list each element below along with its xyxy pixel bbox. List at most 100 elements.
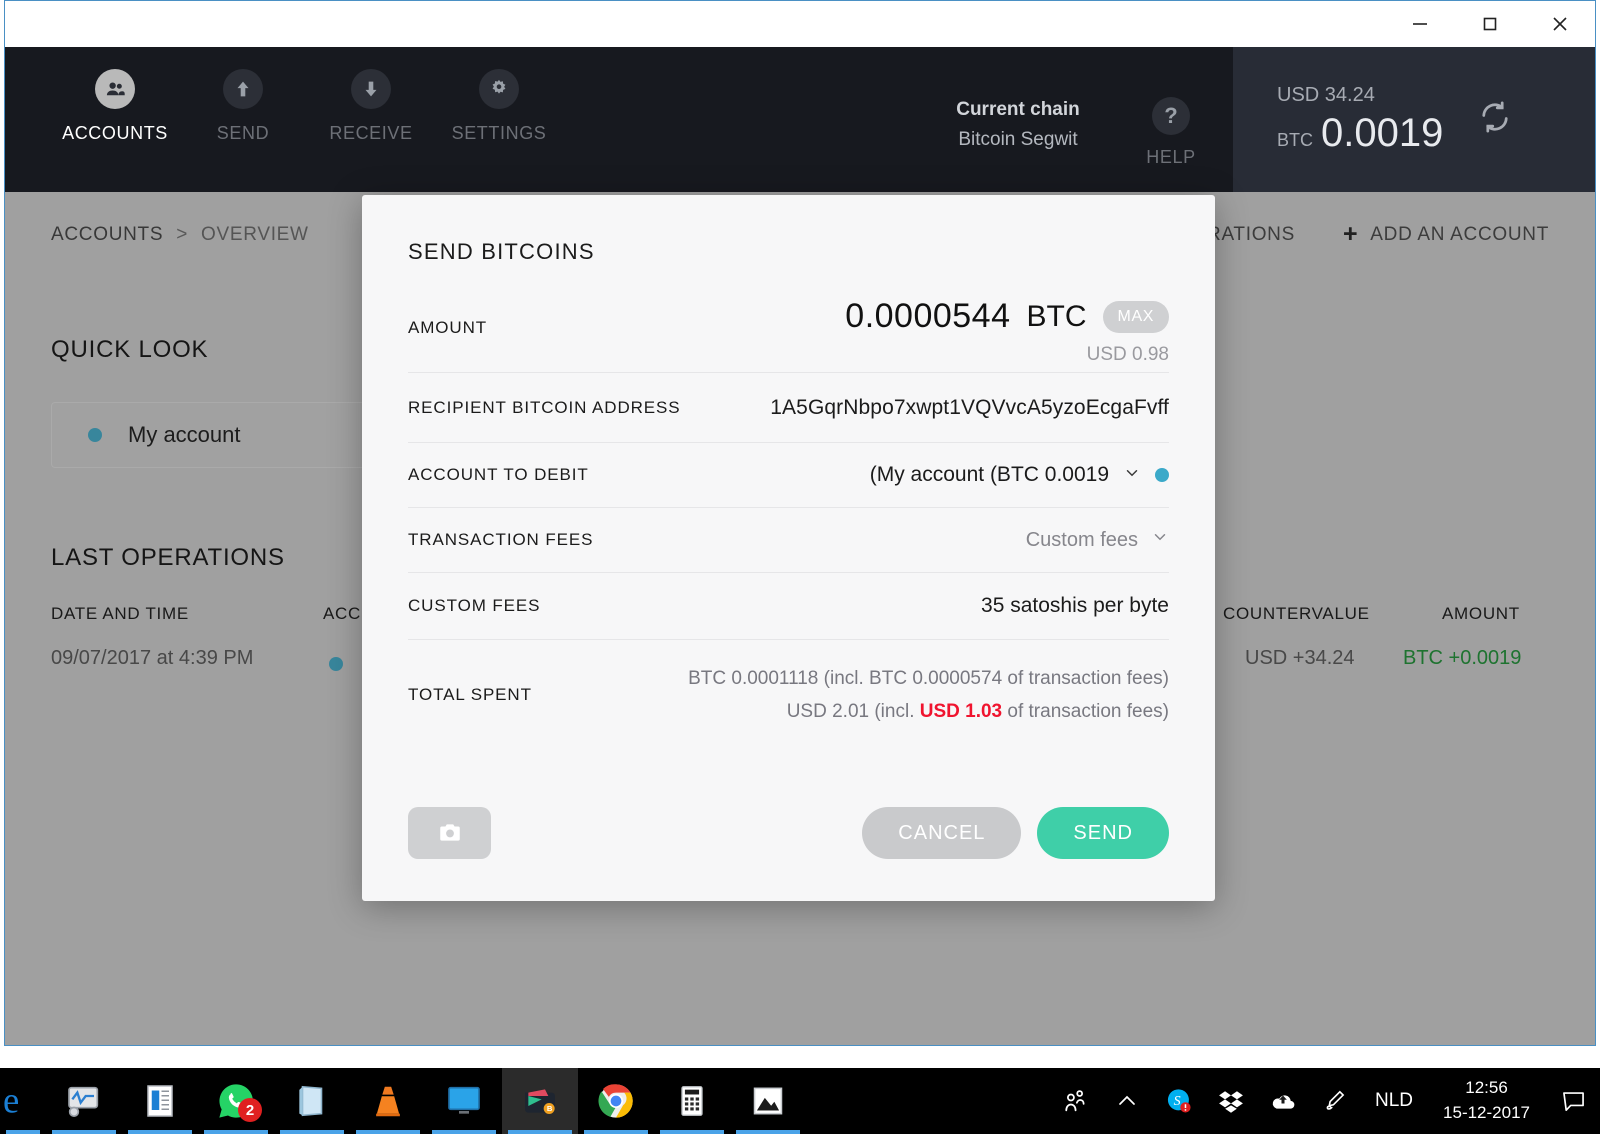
- account-to-debit-select[interactable]: (My account (BTC 0.0019: [870, 463, 1169, 487]
- balance-panel: USD 34.24 BTC 0.0019: [1233, 47, 1595, 192]
- notifications-icon[interactable]: [1546, 1068, 1600, 1134]
- total-spent-usd-pre: USD 2.01 (incl.: [786, 700, 920, 722]
- clock-time: 12:56: [1465, 1078, 1508, 1098]
- total-spent-values: BTC 0.0001118 (incl. BTC 0.0000574 of tr…: [688, 668, 1169, 723]
- amount-row: AMOUNT 0.0000544 BTC MAX USD 0.98: [408, 283, 1169, 373]
- minimize-button[interactable]: [1385, 1, 1455, 47]
- recipient-address-input[interactable]: 1A5GqrNbpo7xwpt1VQVvcA5yzoEcgaFvff: [770, 396, 1169, 420]
- amount-unit: BTC: [1026, 299, 1087, 333]
- pen-icon[interactable]: [1309, 1068, 1361, 1134]
- modal-title: SEND BITCOINS: [408, 239, 595, 264]
- recipient-address-label: RECIPIENT BITCOIN ADDRESS: [408, 397, 681, 417]
- nav-item-send[interactable]: SEND: [179, 69, 307, 144]
- balance-text: USD 34.24 BTC 0.0019: [1277, 84, 1443, 156]
- system-tray: S NLD 12:56 15-12-2017: [1049, 1068, 1600, 1134]
- total-spent-row: TOTAL SPENT BTC 0.0001118 (incl. BTC 0.0…: [408, 640, 1169, 750]
- taskbar-active-underline: [128, 1130, 192, 1134]
- taskbar-active-underline: [584, 1130, 648, 1134]
- taskbar-apps: e 2 B: [0, 1068, 806, 1134]
- arrow-down-icon: [351, 69, 391, 109]
- dropbox-icon[interactable]: [1205, 1068, 1257, 1134]
- taskbar-notepad-icon[interactable]: [274, 1068, 350, 1134]
- taskbar-edge-icon[interactable]: e: [0, 1068, 46, 1134]
- account-to-debit-label: ACCOUNT TO DEBIT: [408, 465, 589, 484]
- nav-label-send: SEND: [216, 123, 270, 143]
- amount-input[interactable]: 0.0000544: [845, 297, 1010, 336]
- title-bar: [5, 1, 1595, 47]
- taskbar-whatsapp-icon[interactable]: 2: [198, 1068, 274, 1134]
- max-button[interactable]: MAX: [1102, 300, 1169, 333]
- account-status-dot: [1155, 468, 1169, 482]
- current-chain: Current chain Bitcoin Segwit: [947, 99, 1089, 151]
- nav-item-receive[interactable]: RECEIVE: [307, 69, 435, 144]
- account-to-debit-row: ACCOUNT TO DEBIT (My account (BTC 0.0019: [408, 443, 1169, 508]
- taskbar-vlc-icon[interactable]: [350, 1068, 426, 1134]
- main-navigation: ACCOUNTS SEND RECEIVE SETTINGS: [51, 69, 563, 144]
- transaction-fees-select[interactable]: Custom fees: [1026, 528, 1169, 552]
- send-bitcoins-modal: SEND BITCOINS AMOUNT 0.0000544 BTC MAX U…: [362, 195, 1215, 901]
- amount-line: 0.0000544 BTC MAX: [845, 297, 1169, 336]
- clock-date: 15-12-2017: [1443, 1103, 1530, 1122]
- taskbar-calculator-icon[interactable]: [654, 1068, 730, 1134]
- taskbar-active-underline: [660, 1130, 724, 1134]
- nav-label-accounts: ACCOUNTS: [62, 123, 168, 143]
- question-mark-icon: ?: [1152, 97, 1190, 135]
- people-icon: [95, 69, 135, 109]
- chevron-down-icon: [1123, 464, 1141, 487]
- taskbar-active-underline: [204, 1130, 268, 1134]
- current-chain-label: Current chain: [956, 99, 1080, 120]
- nav-item-settings[interactable]: SETTINGS: [435, 69, 563, 144]
- taskbar-reader-icon[interactable]: [122, 1068, 198, 1134]
- skype-icon[interactable]: S: [1153, 1068, 1205, 1134]
- amount-value-group: 0.0000544 BTC MAX USD 0.98: [845, 283, 1169, 366]
- taskbar-active-underline: [432, 1130, 496, 1134]
- svg-text:S: S: [1174, 1094, 1181, 1109]
- nav-label-settings: SETTINGS: [451, 123, 547, 143]
- taskbar-active-underline: [736, 1130, 800, 1134]
- amount-countervalue: USD 0.98: [1086, 344, 1169, 365]
- people-icon[interactable]: [1049, 1068, 1101, 1134]
- total-spent-usd-fee: USD 1.03: [919, 700, 1003, 722]
- taskbar-photos-icon[interactable]: [730, 1068, 806, 1134]
- app-header: ACCOUNTS SEND RECEIVE SETTINGS Current c…: [5, 47, 1595, 227]
- whatsapp-badge: 2: [238, 1098, 262, 1122]
- recipient-address-row: RECIPIENT BITCOIN ADDRESS 1A5GqrNbpo7xwp…: [408, 373, 1169, 443]
- cancel-button[interactable]: CANCEL: [862, 807, 1022, 859]
- custom-fees-input[interactable]: 35 satoshis per byte: [981, 594, 1169, 618]
- account-to-debit-value: (My account (BTC 0.0019: [869, 463, 1109, 486]
- taskbar-active-underline: [6, 1130, 40, 1134]
- maximize-button[interactable]: [1455, 1, 1525, 47]
- total-spent-btc: BTC 0.0001118 (incl. BTC 0.0000574 of tr…: [688, 667, 1169, 689]
- send-button[interactable]: SEND: [1037, 807, 1169, 859]
- help-button[interactable]: ? HELP: [1133, 97, 1209, 168]
- clock[interactable]: 12:56 15-12-2017: [1427, 1076, 1546, 1125]
- arrow-up-icon: [223, 69, 263, 109]
- taskbar-system-monitor-icon[interactable]: [46, 1068, 122, 1134]
- close-button[interactable]: [1525, 1, 1595, 47]
- sync-icon[interactable]: [1477, 99, 1513, 140]
- balance-unit: BTC: [1277, 129, 1313, 150]
- taskbar: e 2 B S NLD 12:56 15-12-2017: [0, 1068, 1600, 1134]
- taskbar-active-underline: [508, 1130, 572, 1134]
- svg-text:e: e: [3, 1081, 19, 1121]
- gear-icon: [479, 69, 519, 109]
- camera-icon[interactable]: [408, 807, 491, 859]
- balance-fiat: USD 34.24: [1277, 83, 1375, 106]
- onedrive-icon[interactable]: [1257, 1068, 1309, 1134]
- taskbar-remote-desktop-icon[interactable]: [426, 1068, 502, 1134]
- nav-item-accounts[interactable]: ACCOUNTS: [51, 69, 179, 144]
- custom-fees-row: CUSTOM FEES 35 satoshis per byte: [408, 573, 1169, 640]
- transaction-fees-value: Custom fees: [1025, 528, 1138, 551]
- language-indicator[interactable]: NLD: [1361, 1090, 1427, 1112]
- application-window: ACCOUNTS SEND RECEIVE SETTINGS Current c…: [4, 0, 1596, 1046]
- taskbar-active-underline: [52, 1130, 116, 1134]
- balance-crypto: BTC 0.0019: [1277, 111, 1443, 156]
- show-hidden-icons-icon[interactable]: [1101, 1068, 1153, 1134]
- modal-footer: CANCEL SEND: [408, 807, 1169, 859]
- help-label: HELP: [1146, 147, 1196, 167]
- current-chain-value: Bitcoin Segwit: [958, 129, 1078, 150]
- taskbar-chrome-icon[interactable]: [578, 1068, 654, 1134]
- screen: ACCOUNTS SEND RECEIVE SETTINGS Current c…: [0, 0, 1600, 1134]
- nav-label-receive: RECEIVE: [329, 123, 413, 143]
- taskbar-ledger-wallet-icon[interactable]: B: [502, 1068, 578, 1134]
